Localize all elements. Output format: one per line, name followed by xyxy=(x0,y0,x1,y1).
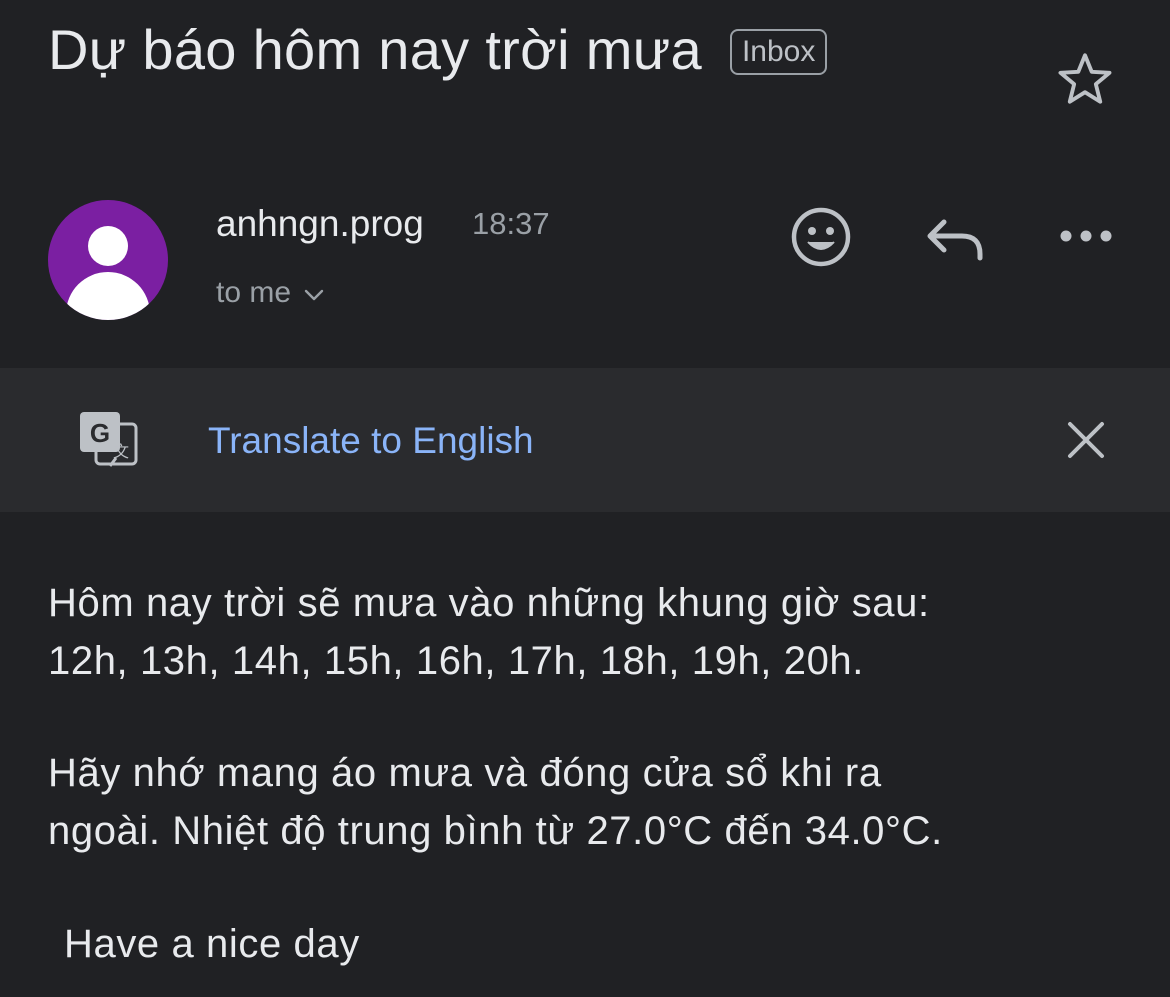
translate-bar: G 文 Translate to English xyxy=(0,368,1170,512)
close-icon[interactable] xyxy=(1066,420,1106,460)
recipient-toggle[interactable]: to me xyxy=(216,276,325,310)
email-subject: Dự báo hôm nay trời mưa xyxy=(48,18,702,81)
recipient-label: to me xyxy=(216,276,292,309)
body-line: Hãy nhớ mang áo mưa và đóng cửa sổ khi r… xyxy=(48,751,882,795)
sender-name[interactable]: anhngn.prog xyxy=(216,203,424,245)
subject-row: Dự báo hôm nay trời mưa Inbox xyxy=(48,18,828,81)
emoji-icon[interactable] xyxy=(790,206,852,268)
email-body-paragraph-2: Hãy nhớ mang áo mưa và đóng cửa sổ khi r… xyxy=(48,744,1128,860)
email-closing: Have a nice day xyxy=(64,922,360,966)
avatar[interactable] xyxy=(48,200,168,320)
email-view: Dự báo hôm nay trời mưa Inbox anhngn.pro… xyxy=(0,0,1170,997)
inbox-label-chip[interactable]: Inbox xyxy=(729,29,828,75)
translate-icon: G 文 xyxy=(80,412,138,467)
body-line: Hôm nay trời sẽ mưa vào những khung giờ … xyxy=(48,581,930,625)
body-line: ngoài. Nhiệt độ trung bình từ 27.0°C đến… xyxy=(48,809,943,853)
star-icon[interactable] xyxy=(1054,48,1116,110)
body-line: 12h, 13h, 14h, 15h, 16h, 17h, 18h, 19h, … xyxy=(48,639,864,683)
more-icon[interactable] xyxy=(1058,226,1114,246)
avatar-head-shape xyxy=(88,226,128,266)
sent-time: 18:37 xyxy=(472,206,550,241)
email-body-paragraph-1: Hôm nay trời sẽ mưa vào những khung giờ … xyxy=(48,574,1128,690)
translate-to-english-link[interactable]: Translate to English xyxy=(208,420,534,462)
avatar-body-shape xyxy=(66,272,150,320)
svg-text:G: G xyxy=(90,418,110,448)
svg-text:文: 文 xyxy=(113,442,129,461)
chevron-down-icon xyxy=(304,289,324,301)
reply-icon[interactable] xyxy=(924,214,986,264)
